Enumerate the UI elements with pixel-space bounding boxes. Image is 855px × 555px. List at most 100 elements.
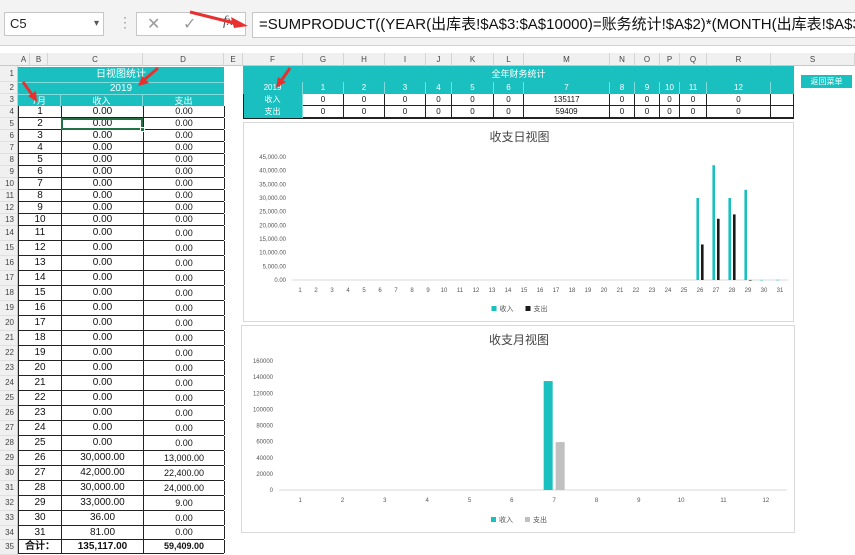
- row-header[interactable]: 15: [0, 241, 17, 256]
- month-header-cell[interactable]: 6: [494, 82, 524, 94]
- income-cell[interactable]: 0.00: [62, 130, 144, 141]
- income-cell[interactable]: 81.00: [62, 526, 144, 539]
- expense-cell[interactable]: 0.00: [144, 202, 225, 213]
- column-header-a[interactable]: A: [18, 53, 30, 66]
- income-cell[interactable]: 0.00: [62, 301, 144, 315]
- row-header[interactable]: 1: [0, 66, 17, 82]
- income-cell[interactable]: 0: [610, 94, 635, 106]
- day-cell[interactable]: 3: [19, 130, 62, 141]
- expense-cell[interactable]: 0.00: [144, 361, 225, 375]
- row-header[interactable]: 9: [0, 166, 17, 178]
- expense-cell[interactable]: 0: [344, 106, 385, 118]
- row-header[interactable]: 31: [0, 481, 17, 496]
- income-cell[interactable]: 0.00: [62, 361, 144, 375]
- column-header-q[interactable]: Q: [680, 53, 707, 66]
- income-cell[interactable]: 0.00: [62, 316, 144, 330]
- column-header-r[interactable]: R: [707, 53, 771, 66]
- day-cell[interactable]: 11: [19, 226, 62, 240]
- income-cell[interactable]: 0: [680, 94, 707, 106]
- day-cell[interactable]: 17: [19, 316, 62, 330]
- row-header[interactable]: 16: [0, 256, 17, 271]
- expense-cell[interactable]: 0.00: [144, 178, 225, 189]
- expense-cell[interactable]: 0: [610, 106, 635, 118]
- column-header-h[interactable]: H: [344, 53, 385, 66]
- expense-cell[interactable]: 0.00: [144, 130, 225, 141]
- day-cell[interactable]: 28: [19, 481, 62, 495]
- row-header[interactable]: 29: [0, 451, 17, 466]
- income-cell[interactable]: 42,000.00: [62, 466, 144, 480]
- row-header[interactable]: 26: [0, 406, 17, 421]
- income-cell[interactable]: 0.00: [62, 346, 144, 360]
- row-header[interactable]: 13: [0, 214, 17, 226]
- expense-cell[interactable]: 0.00: [144, 241, 225, 255]
- row-header[interactable]: 24: [0, 376, 17, 391]
- income-cell[interactable]: 0.00: [62, 214, 144, 225]
- day-cell[interactable]: 27: [19, 466, 62, 480]
- day-cell[interactable]: 12: [19, 241, 62, 255]
- month-header-cell[interactable]: 3: [385, 82, 426, 94]
- column-header-g[interactable]: G: [303, 53, 344, 66]
- row-header[interactable]: 33: [0, 511, 17, 526]
- row-header[interactable]: 12: [0, 202, 17, 214]
- day-cell[interactable]: 19: [19, 346, 62, 360]
- day-cell[interactable]: 26: [19, 451, 62, 465]
- income-cell[interactable]: 36.00: [62, 511, 144, 525]
- month-header-cell[interactable]: 5: [452, 82, 494, 94]
- row-header[interactable]: 23: [0, 361, 17, 376]
- expense-cell[interactable]: 22,400.00: [144, 466, 225, 480]
- expense-cell[interactable]: 0.00: [144, 271, 225, 285]
- income-cell[interactable]: 0: [426, 94, 452, 106]
- day-cell[interactable]: 23: [19, 406, 62, 420]
- row-header[interactable]: 3: [0, 94, 17, 106]
- row-header[interactable]: 17: [0, 271, 17, 286]
- expense-cell[interactable]: 0.00: [144, 391, 225, 405]
- expense-cell[interactable]: 0.00: [144, 331, 225, 345]
- expense-cell[interactable]: 0.00: [144, 376, 225, 390]
- income-cell[interactable]: 30,000.00: [62, 451, 144, 465]
- column-header-e[interactable]: E: [224, 53, 243, 66]
- row-header[interactable]: 34: [0, 526, 17, 540]
- fill-handle[interactable]: [140, 127, 145, 132]
- expense-cell[interactable]: 0.00: [144, 142, 225, 153]
- day-cell[interactable]: 13: [19, 256, 62, 270]
- row-header[interactable]: 21: [0, 331, 17, 346]
- income-cell[interactable]: 0: [494, 94, 524, 106]
- income-cell[interactable]: 0: [452, 94, 494, 106]
- row-header[interactable]: 25: [0, 391, 17, 406]
- day-cell[interactable]: 5: [19, 154, 62, 165]
- income-cell[interactable]: 33,000.00: [62, 496, 144, 510]
- expense-cell[interactable]: 0.00: [144, 406, 225, 420]
- row-header[interactable]: 4: [0, 106, 17, 118]
- row-header[interactable]: 28: [0, 436, 17, 451]
- day-cell[interactable]: 1: [19, 106, 62, 117]
- column-header-o[interactable]: O: [635, 53, 660, 66]
- column-header-j[interactable]: J: [426, 53, 452, 66]
- row-header[interactable]: 30: [0, 466, 17, 481]
- income-cell[interactable]: 0.00: [62, 271, 144, 285]
- column-header-d[interactable]: D: [143, 53, 224, 66]
- column-header-m[interactable]: M: [524, 53, 610, 66]
- income-cell[interactable]: 30,000.00: [62, 481, 144, 495]
- expense-cell[interactable]: 0.00: [144, 118, 225, 129]
- day-cell[interactable]: 6: [19, 166, 62, 177]
- column-header-f[interactable]: F: [243, 53, 303, 66]
- expense-cell[interactable]: 0: [660, 106, 680, 118]
- expense-cell[interactable]: 0: [494, 106, 524, 118]
- expense-cell[interactable]: 0: [426, 106, 452, 118]
- expense-cell[interactable]: 0.00: [144, 421, 225, 435]
- expense-cell[interactable]: 13,000.00: [144, 451, 225, 465]
- day-cell[interactable]: 29: [19, 496, 62, 510]
- expense-cell[interactable]: 0.00: [144, 286, 225, 300]
- expense-cell[interactable]: 0.00: [144, 316, 225, 330]
- expense-cell[interactable]: 24,000.00: [144, 481, 225, 495]
- day-cell[interactable]: 22: [19, 391, 62, 405]
- income-cell[interactable]: 0.00: [62, 178, 144, 189]
- expense-cell[interactable]: 0.00: [144, 166, 225, 177]
- drag-handle-icon[interactable]: ⋮: [118, 14, 132, 31]
- day-cell[interactable]: 7: [19, 178, 62, 189]
- row-header[interactable]: 8: [0, 154, 17, 166]
- month-header-cell[interactable]: 12: [707, 82, 771, 94]
- day-cell[interactable]: 8: [19, 190, 62, 201]
- expense-cell[interactable]: 0: [635, 106, 660, 118]
- expense-cell[interactable]: 0.00: [144, 154, 225, 165]
